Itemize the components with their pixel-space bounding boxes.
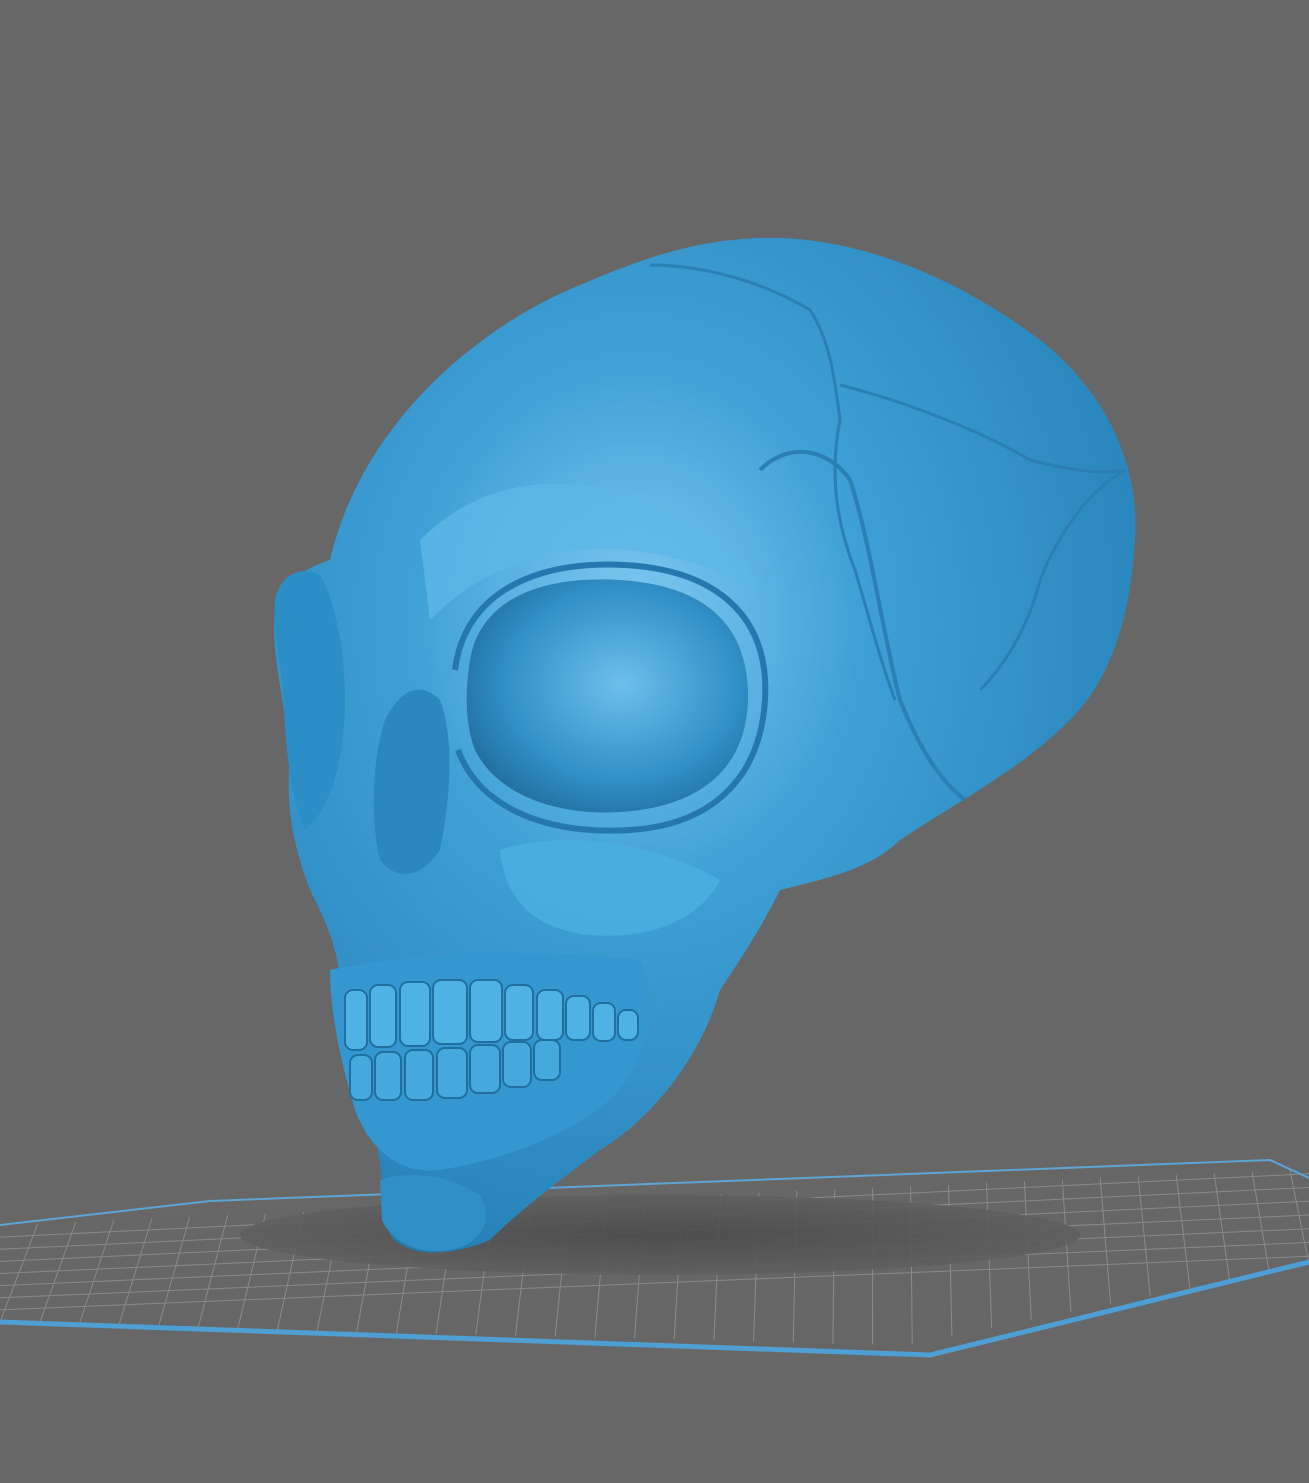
tooth <box>399 981 431 1047</box>
tooth <box>592 1002 616 1042</box>
tooth <box>617 1009 639 1041</box>
tooth <box>469 1044 501 1094</box>
tooth <box>502 1041 532 1088</box>
scene-canvas[interactable] <box>0 0 1309 1483</box>
tooth <box>565 995 591 1041</box>
tooth <box>436 1047 468 1099</box>
tooth <box>469 979 503 1043</box>
tooth <box>533 1039 561 1081</box>
tooth <box>404 1049 434 1101</box>
tooth <box>432 979 468 1045</box>
tooth <box>344 989 368 1051</box>
tooth <box>504 984 534 1041</box>
3d-viewport[interactable] <box>0 0 1309 1483</box>
tooth <box>369 984 397 1048</box>
tooth <box>536 989 564 1041</box>
model-shadow <box>240 1195 1080 1275</box>
skull-model[interactable] <box>273 237 1136 1253</box>
tooth <box>349 1054 373 1101</box>
eye-socket <box>466 579 749 813</box>
tooth <box>374 1051 402 1101</box>
